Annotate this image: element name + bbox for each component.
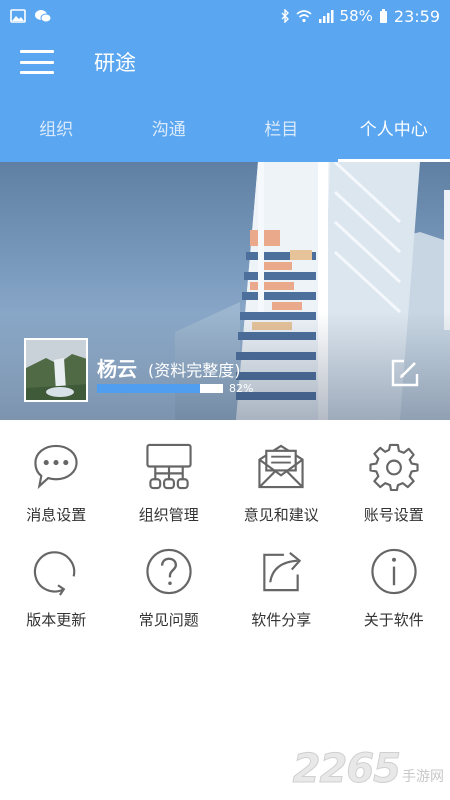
tab-organization[interactable]: 组织 [0,92,113,162]
chat-bubble-icon [34,444,78,490]
menu-item-label: 关于软件 [363,611,424,629]
menu-item-account-settings[interactable]: 账号设置 [338,420,450,525]
completeness-progress-bar [97,384,223,393]
progress-fill [97,384,201,393]
tab-bar: 组织 沟通 栏目 个人中心 [0,92,450,162]
gallery-icon [10,9,26,23]
site-watermark: 2265 手游网 [292,746,444,793]
menu-item-label: 组织管理 [138,506,199,524]
envelope-icon [258,444,304,489]
menu-item-faq[interactable]: 常见问题 [113,525,226,630]
menu-item-label: 消息设置 [26,506,87,524]
menu-item-feedback[interactable]: 意见和建议 [225,420,338,525]
clock: 23:59 [393,6,440,26]
waterfall-avatar-image [26,340,86,400]
signal-icon [318,10,334,23]
menu-grid: 消息设置 组织管理 意见和建议 账号设置 版本更新 常见问题 软件分享 关于软件 [0,420,450,630]
completeness-percent: 82% [229,382,254,395]
completeness-label: (资料完整度) [148,361,241,380]
menu-item-version-update[interactable]: 版本更新 [0,525,113,630]
tab-personal-center[interactable]: 个人中心 [337,92,450,162]
profile-banner: 杨云 (资料完整度) 82% [0,162,450,420]
menu-item-share-app[interactable]: 软件分享 [225,525,338,630]
share-icon [263,552,302,592]
menu-item-label: 软件分享 [251,611,312,629]
edit-icon [391,359,419,387]
menu-item-label: 版本更新 [26,611,87,629]
wechat-icon [35,10,52,23]
info-icon [371,548,417,595]
tab-communication[interactable]: 沟通 [113,92,226,162]
battery-percent: 58% [339,7,373,25]
avatar[interactable] [24,338,88,402]
user-name: 杨云 [97,357,137,381]
menu-item-label: 常见问题 [138,611,199,629]
battery-icon [379,9,387,23]
menu-item-label: 账号设置 [363,506,424,524]
menu-item-organization-management[interactable]: 组织管理 [113,420,226,525]
status-bar: 58% 23:59 [0,0,450,32]
menu-item-message-settings[interactable]: 消息设置 [0,420,113,525]
watermark-text: 手游网 [402,769,444,785]
wifi-icon [296,10,312,23]
bluetooth-icon [281,9,289,23]
refresh-icon [34,551,76,596]
app-bar: 研途 [0,32,450,92]
tab-columns[interactable]: 栏目 [225,92,338,162]
menu-item-about[interactable]: 关于软件 [338,525,450,630]
question-icon [146,548,192,595]
org-chart-icon [146,443,192,490]
app-title: 研途 [94,51,136,75]
gear-icon [369,443,419,491]
edit-profile-button[interactable] [388,356,422,390]
watermark-number: 2265 [292,746,401,793]
menu-item-label: 意见和建议 [243,506,319,524]
menu-icon[interactable] [20,50,54,74]
screen: 58% 23:59 研途 组织 沟通 栏目 个人中心 杨云 (资料完整度) 82… [0,0,450,800]
